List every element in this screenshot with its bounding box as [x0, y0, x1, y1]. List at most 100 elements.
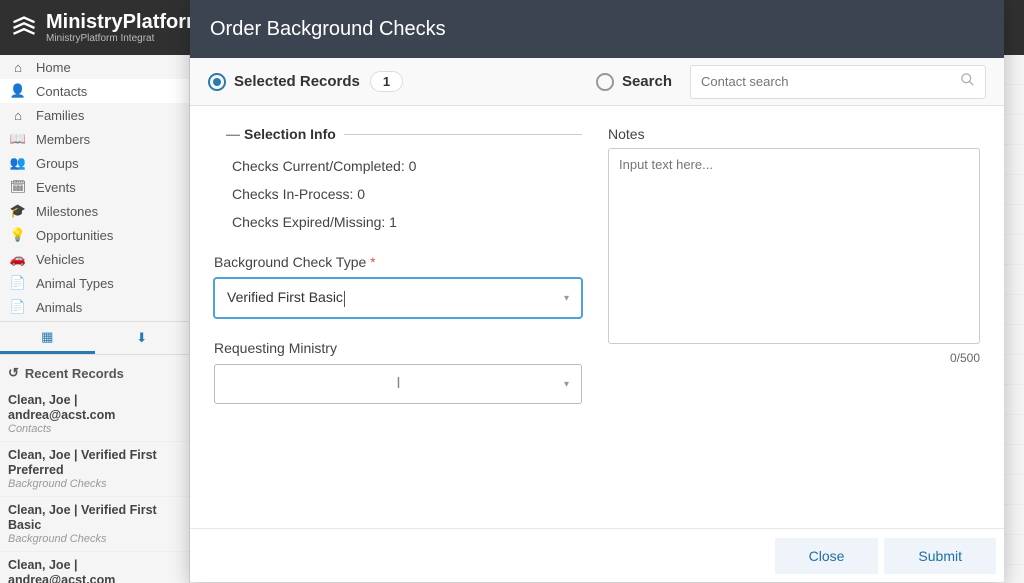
search-radio-label: Search [622, 73, 672, 90]
recent-item-title: Clean, Joe | andrea@acst.com [8, 558, 181, 583]
notes-textarea[interactable] [608, 148, 980, 344]
sidebar-item-home[interactable]: ⌂ Home [0, 55, 189, 79]
recent-record-item[interactable]: Clean, Joe | andrea@acst.com Contacts [0, 552, 189, 583]
sidebar-item-label: Animal Types [36, 276, 114, 291]
brand-title: MinistryPlatform [46, 12, 204, 32]
selected-records-radio[interactable]: Selected Records [208, 73, 360, 91]
recent-item-sub: Background Checks [8, 478, 181, 490]
radio-checked-icon [208, 73, 226, 91]
background-check-type-dropdown[interactable]: Verified First Basic ▾ [214, 278, 582, 318]
selection-info-legend: — Selection Info [214, 126, 344, 142]
lightbulb-icon: 💡 [10, 227, 26, 243]
recent-record-item[interactable]: Clean, Joe | andrea@acst.com Contacts [0, 387, 189, 442]
graduation-icon: 🎓 [10, 203, 26, 219]
notes-label: Notes [608, 126, 980, 142]
tree-view-tab[interactable]: ⬇ [95, 322, 190, 354]
grid-icon: ▦ [41, 329, 53, 345]
radio-unchecked-icon [596, 73, 614, 91]
modal-left-column: — Selection Info Checks Current/Completed… [214, 126, 582, 528]
collapse-icon[interactable]: — [226, 126, 238, 142]
sidebar-item-vehicles[interactable]: 🚗 Vehicles [0, 247, 189, 271]
brand-subtitle: MinistryPlatform Integrat [46, 34, 204, 44]
recent-item-title: Clean, Joe | andrea@acst.com [8, 393, 181, 423]
recent-record-item[interactable]: Clean, Joe | Verified First Basic Backgr… [0, 497, 189, 552]
background-check-type-label: Background Check Type * [214, 254, 582, 270]
grid-view-tab[interactable]: ▦ [0, 322, 95, 354]
background-grid-peek [1004, 55, 1024, 583]
sidebar-item-label: Groups [36, 156, 79, 171]
notes-char-count: 0/500 [608, 351, 980, 365]
checks-in-process: Checks In-Process: 0 [214, 180, 582, 208]
text-cursor-icon: I [398, 375, 399, 393]
selected-count-badge: 1 [370, 71, 403, 92]
file-icon: 📄 [10, 299, 26, 315]
sidebar-item-label: Milestones [36, 204, 98, 219]
recent-records-header: ↺ Recent Records [0, 355, 189, 387]
chevron-down-icon: ▾ [564, 379, 569, 390]
book-icon: 📖 [10, 131, 26, 147]
close-button[interactable]: Close [775, 538, 879, 574]
recent-records-title: Recent Records [25, 366, 124, 381]
selected-records-label: Selected Records [234, 73, 360, 90]
requesting-ministry-label: Requesting Ministry [214, 340, 582, 356]
sidebar-item-milestones[interactable]: 🎓 Milestones [0, 199, 189, 223]
modal-header: Order Background Checks [190, 0, 1004, 58]
sidebar-item-groups[interactable]: 👥 Groups [0, 151, 189, 175]
sidebar-item-members[interactable]: 📖 Members [0, 127, 189, 151]
sidebar-item-label: Families [36, 108, 84, 123]
sidebar-item-label: Members [36, 132, 90, 147]
checks-expired-missing: Checks Expired/Missing: 1 [214, 208, 582, 236]
home-icon: ⌂ [10, 108, 26, 123]
sidebar-item-label: Contacts [36, 84, 87, 99]
modal-body: — Selection Info Checks Current/Completed… [190, 106, 1004, 528]
recent-item-sub: Background Checks [8, 533, 181, 545]
recent-item-title: Clean, Joe | Verified First Basic [8, 503, 181, 533]
submit-button[interactable]: Submit [884, 538, 996, 574]
nav-list: ⌂ Home 👤 Contacts ⌂ Families 📖 Members 👥 Grou… [0, 55, 189, 319]
ministry-logo-icon [10, 14, 38, 42]
contact-search-box[interactable] [690, 65, 986, 99]
tree-icon: ⬇ [136, 330, 147, 346]
sidebar-item-animal-types[interactable]: 📄 Animal Types [0, 271, 189, 295]
order-background-checks-dialog: Order Background Checks Selected Records… [190, 0, 1004, 582]
recent-record-item[interactable]: Clean, Joe | Verified First Preferred Ba… [0, 442, 189, 497]
calendar-icon: 🗓 [10, 179, 26, 195]
sidebar-item-contacts[interactable]: 👤 Contacts [0, 79, 189, 103]
brand-logo[interactable]: MinistryPlatform MinistryPlatform Integr… [10, 12, 204, 44]
history-icon: ↺ [8, 365, 19, 381]
background-check-type-field: Background Check Type * Verified First B… [214, 254, 582, 318]
checks-current-completed: Checks Current/Completed: 0 [214, 152, 582, 180]
recent-item-sub: Contacts [8, 423, 181, 435]
sidebar-item-events[interactable]: 🗓 Events [0, 175, 189, 199]
people-icon: 👥 [10, 155, 26, 171]
sidebar-view-tabs: ▦ ⬇ [0, 321, 189, 355]
sidebar-item-animals[interactable]: 📄 Animals [0, 295, 189, 319]
sidebar-item-label: Vehicles [36, 252, 84, 267]
modal-footer: Close Submit [190, 528, 1004, 582]
sidebar: ⌂ Home 👤 Contacts ⌂ Families 📖 Members 👥 Grou… [0, 55, 190, 583]
requesting-ministry-dropdown[interactable]: I ▾ [214, 364, 582, 404]
required-asterisk: * [370, 254, 375, 270]
search-icon[interactable] [960, 72, 975, 91]
home-icon: ⌂ [10, 60, 26, 75]
sidebar-item-families[interactable]: ⌂ Families [0, 103, 189, 127]
sidebar-item-label: Opportunities [36, 228, 113, 243]
modal-right-column: Notes 0/500 [608, 126, 980, 528]
search-radio[interactable]: Search [596, 73, 672, 91]
brand-text: MinistryPlatform MinistryPlatform Integr… [46, 12, 204, 44]
sidebar-item-opportunities[interactable]: 💡 Opportunities [0, 223, 189, 247]
selection-info-fieldset: — Selection Info Checks Current/Completed… [214, 126, 582, 236]
recent-item-title: Clean, Joe | Verified First Preferred [8, 448, 181, 478]
sidebar-item-label: Animals [36, 300, 82, 315]
sidebar-item-label: Home [36, 60, 71, 75]
car-icon: 🚗 [10, 251, 26, 267]
sidebar-item-label: Events [36, 180, 76, 195]
contact-search-input[interactable] [701, 74, 960, 89]
modal-mode-toggle: Selected Records 1 Search [190, 58, 1004, 106]
requesting-ministry-field: Requesting Ministry I ▾ [214, 340, 582, 404]
person-icon: 👤 [10, 83, 26, 99]
chevron-down-icon: ▾ [564, 293, 569, 304]
file-icon: 📄 [10, 275, 26, 291]
selection-info-title: Selection Info [244, 126, 336, 142]
background-check-type-value: Verified First Basic [227, 289, 564, 306]
